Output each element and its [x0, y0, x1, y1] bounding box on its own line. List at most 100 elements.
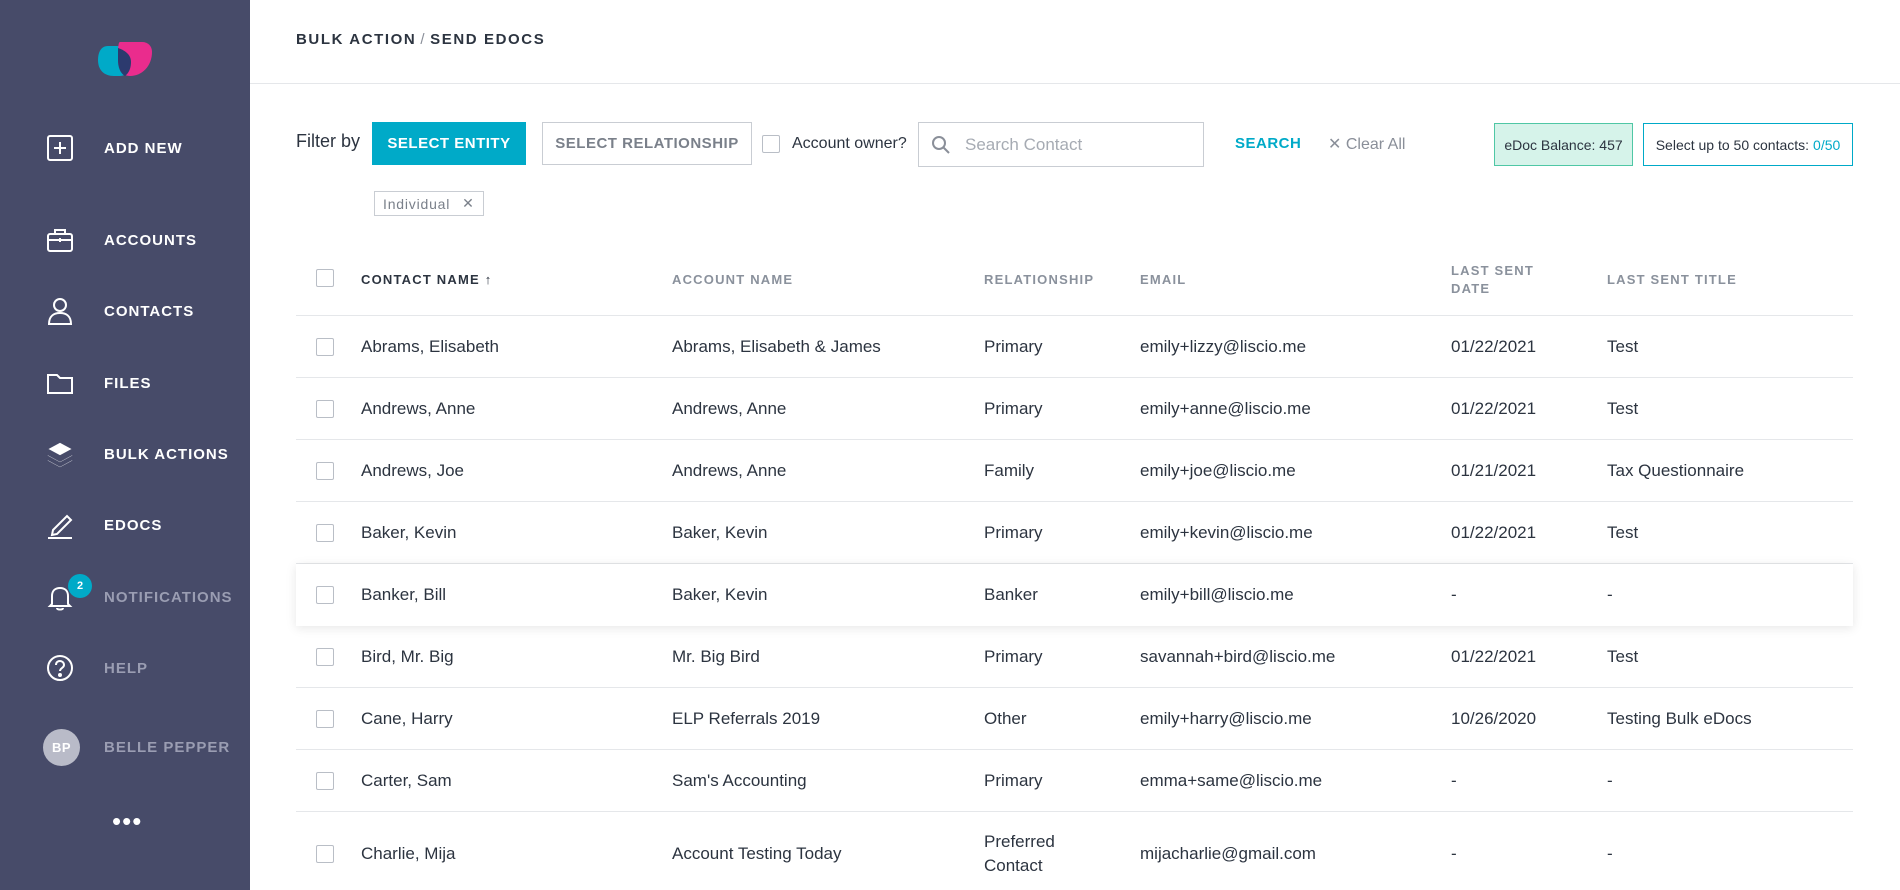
search-contact-input[interactable] [965, 131, 1195, 159]
search-contact-box [918, 122, 1204, 167]
clear-all-button[interactable]: ✕ Clear All [1328, 134, 1405, 154]
sidebar-item-help[interactable]: HELP [0, 643, 250, 693]
row-checkbox[interactable] [316, 462, 334, 480]
last-sent-date: - [1451, 844, 1457, 863]
sidebar-item-contacts[interactable]: CONTACTS [0, 286, 250, 336]
last-sent-date: 01/22/2021 [1451, 399, 1537, 418]
row-checkbox[interactable] [316, 338, 334, 356]
column-header-relationship[interactable]: RELATIONSHIP [984, 271, 1094, 289]
sidebar-item-label: HELP [104, 659, 149, 677]
sidebar-item-add-new[interactable]: ADD NEW [0, 123, 250, 173]
search-icon [931, 135, 951, 155]
table-row[interactable]: Andrews, Joe Andrews, Anne Family emily+… [296, 440, 1853, 502]
column-header-last-sent-title[interactable]: LAST SENT TITLE [1607, 271, 1737, 289]
row-checkbox[interactable] [316, 710, 334, 728]
last-sent-title: Test [1607, 523, 1639, 542]
last-sent-date: 01/22/2021 [1451, 647, 1537, 666]
account-name: Baker, Kevin [672, 523, 768, 542]
contact-name: Andrews, Anne [361, 399, 476, 418]
table-row[interactable]: Carter, Sam Sam's Accounting Primary emm… [296, 750, 1853, 812]
table-row[interactable]: Abrams, Elisabeth Abrams, Elisabeth & Ja… [296, 316, 1853, 378]
contact-name: Andrews, Joe [361, 461, 464, 480]
account-name: Mr. Big Bird [672, 647, 760, 666]
sidebar-item-bulk-actions[interactable]: BULK ACTIONS [0, 429, 250, 479]
table-row-hovered[interactable]: Banker, Bill Baker, Kevin Banker emily+b… [296, 564, 1853, 626]
row-checkbox[interactable] [316, 524, 334, 542]
plus-square-icon [44, 132, 76, 164]
last-sent-title: Test [1607, 399, 1639, 418]
row-checkbox[interactable] [316, 400, 334, 418]
select-entity-button[interactable]: SELECT ENTITY [372, 122, 526, 165]
breadcrumb-separator: / [420, 31, 427, 48]
contact-name: Bird, Mr. Big [361, 647, 454, 666]
row-checkbox[interactable] [316, 648, 334, 666]
last-sent-date: 01/22/2021 [1451, 523, 1537, 542]
table-header: CONTACT NAME ↑ ACCOUNT NAME RELATIONSHIP… [296, 248, 1853, 316]
email: emily+lizzy@liscio.me [1140, 337, 1307, 356]
breadcrumb: BULK ACTION / SEND EDOCS [296, 31, 545, 48]
row-checkbox[interactable] [316, 586, 334, 604]
column-header-email[interactable]: EMAIL [1140, 271, 1186, 289]
edoc-balance: eDoc Balance: 457 [1494, 123, 1633, 166]
user-name: BELLE PEPPER [104, 738, 231, 756]
sidebar-item-accounts[interactable]: ACCOUNTS [0, 215, 250, 265]
relationship: Primary [984, 523, 1043, 542]
account-name: Sam's Accounting [672, 771, 807, 790]
email: emily+bill@liscio.me [1140, 585, 1294, 604]
email: mijacharlie@gmail.com [1140, 844, 1316, 863]
account-name: Andrews, Anne [672, 399, 787, 418]
relationship: Family [984, 461, 1035, 480]
table-row[interactable]: Baker, Kevin Baker, Kevin Primary emily+… [296, 502, 1853, 564]
last-sent-date: 01/22/2021 [1451, 337, 1537, 356]
relationship: Primary [984, 771, 1043, 790]
account-owner-checkbox[interactable] [762, 135, 780, 153]
breadcrumb-parent[interactable]: BULK ACTION [296, 31, 416, 48]
contact-name: Banker, Bill [361, 585, 447, 604]
select-relationship-button[interactable]: SELECT RELATIONSHIP [542, 122, 752, 165]
close-icon[interactable]: ✕ [462, 195, 475, 212]
table-row[interactable]: Charlie, Mija Account Testing Today Pref… [296, 812, 1853, 890]
last-sent-date: 10/26/2020 [1451, 709, 1537, 728]
search-button[interactable]: SEARCH [1235, 135, 1301, 152]
row-checkbox[interactable] [316, 772, 334, 790]
avatar: BP [43, 728, 80, 766]
last-sent-date: - [1451, 585, 1457, 604]
help-icon [44, 652, 76, 684]
app-logo[interactable] [98, 40, 152, 78]
column-header-contact-name[interactable]: CONTACT NAME ↑ [361, 271, 492, 289]
table-row[interactable]: Andrews, Anne Andrews, Anne Primary emil… [296, 378, 1853, 440]
selection-count-value: 0/50 [1813, 136, 1841, 153]
account-owner-label: Account owner? [792, 135, 907, 152]
sidebar-item-label: ACCOUNTS [104, 231, 197, 249]
user-icon [44, 295, 76, 327]
more-menu-icon[interactable]: ••• [112, 808, 142, 834]
sort-arrow-icon: ↑ [484, 272, 493, 287]
table-row[interactable]: Bird, Mr. Big Mr. Big Bird Primary savan… [296, 626, 1853, 688]
column-header-account-name[interactable]: ACCOUNT NAME [672, 271, 793, 289]
last-sent-title: Test [1607, 647, 1639, 666]
contacts-table: CONTACT NAME ↑ ACCOUNT NAME RELATIONSHIP… [296, 248, 1853, 890]
sidebar-item-edocs[interactable]: EDOCS [0, 500, 250, 550]
sidebar-user-profile[interactable]: BP BELLE PEPPER [0, 722, 250, 772]
email: emily+harry@liscio.me [1140, 709, 1312, 728]
sidebar-item-files[interactable]: FILES [0, 358, 250, 408]
folder-icon [44, 367, 76, 399]
email: emily+kevin@liscio.me [1140, 523, 1313, 542]
select-all-checkbox[interactable] [316, 269, 334, 287]
table-row[interactable]: Cane, Harry ELP Referrals 2019 Other emi… [296, 688, 1853, 750]
column-header-last-sent-date[interactable]: LAST SENT DATE [1451, 262, 1551, 298]
row-checkbox[interactable] [316, 845, 334, 863]
filter-by-label: Filter by [296, 131, 361, 151]
contact-name: Cane, Harry [361, 709, 453, 728]
sidebar-item-label: BULK ACTIONS [104, 445, 229, 463]
sidebar-item-label: CONTACTS [104, 302, 195, 320]
relationship: Banker [984, 585, 1038, 604]
last-sent-date: - [1451, 771, 1457, 790]
sidebar-item-notifications[interactable]: 2 NOTIFICATIONS [0, 572, 250, 622]
sidebar-item-label: ADD NEW [104, 139, 183, 157]
last-sent-title: Testing Bulk eDocs [1607, 709, 1752, 728]
briefcase-icon [44, 224, 76, 256]
email: emily+joe@liscio.me [1140, 461, 1296, 480]
account-name: ELP Referrals 2019 [672, 709, 821, 728]
layers-icon [44, 438, 76, 470]
